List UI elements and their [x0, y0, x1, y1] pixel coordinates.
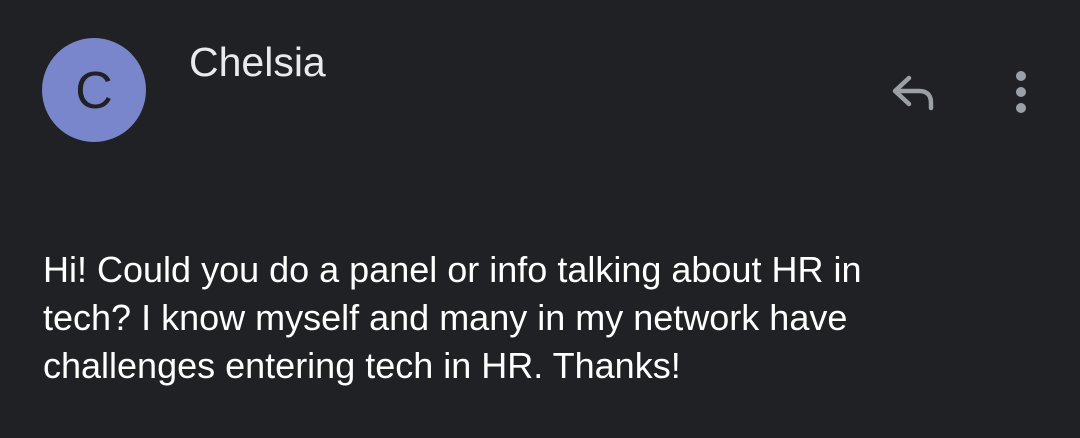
message-line: Hi! Could you do a panel or info talking…	[43, 249, 862, 290]
more-options-button[interactable]	[996, 62, 1046, 122]
reply-button[interactable]	[880, 64, 946, 120]
avatar-letter: C	[75, 62, 113, 120]
message-line: challenges entering tech in HR. Thanks!	[43, 345, 681, 386]
message-body: Hi! Could you do a panel or info talking…	[43, 246, 1053, 390]
avatar[interactable]: C	[42, 38, 146, 142]
reply-icon	[892, 75, 934, 111]
message-line: tech? I know myself and many in my netwo…	[43, 297, 848, 338]
more-vertical-icon	[1016, 71, 1026, 113]
sender-name: Chelsia	[189, 39, 326, 85]
